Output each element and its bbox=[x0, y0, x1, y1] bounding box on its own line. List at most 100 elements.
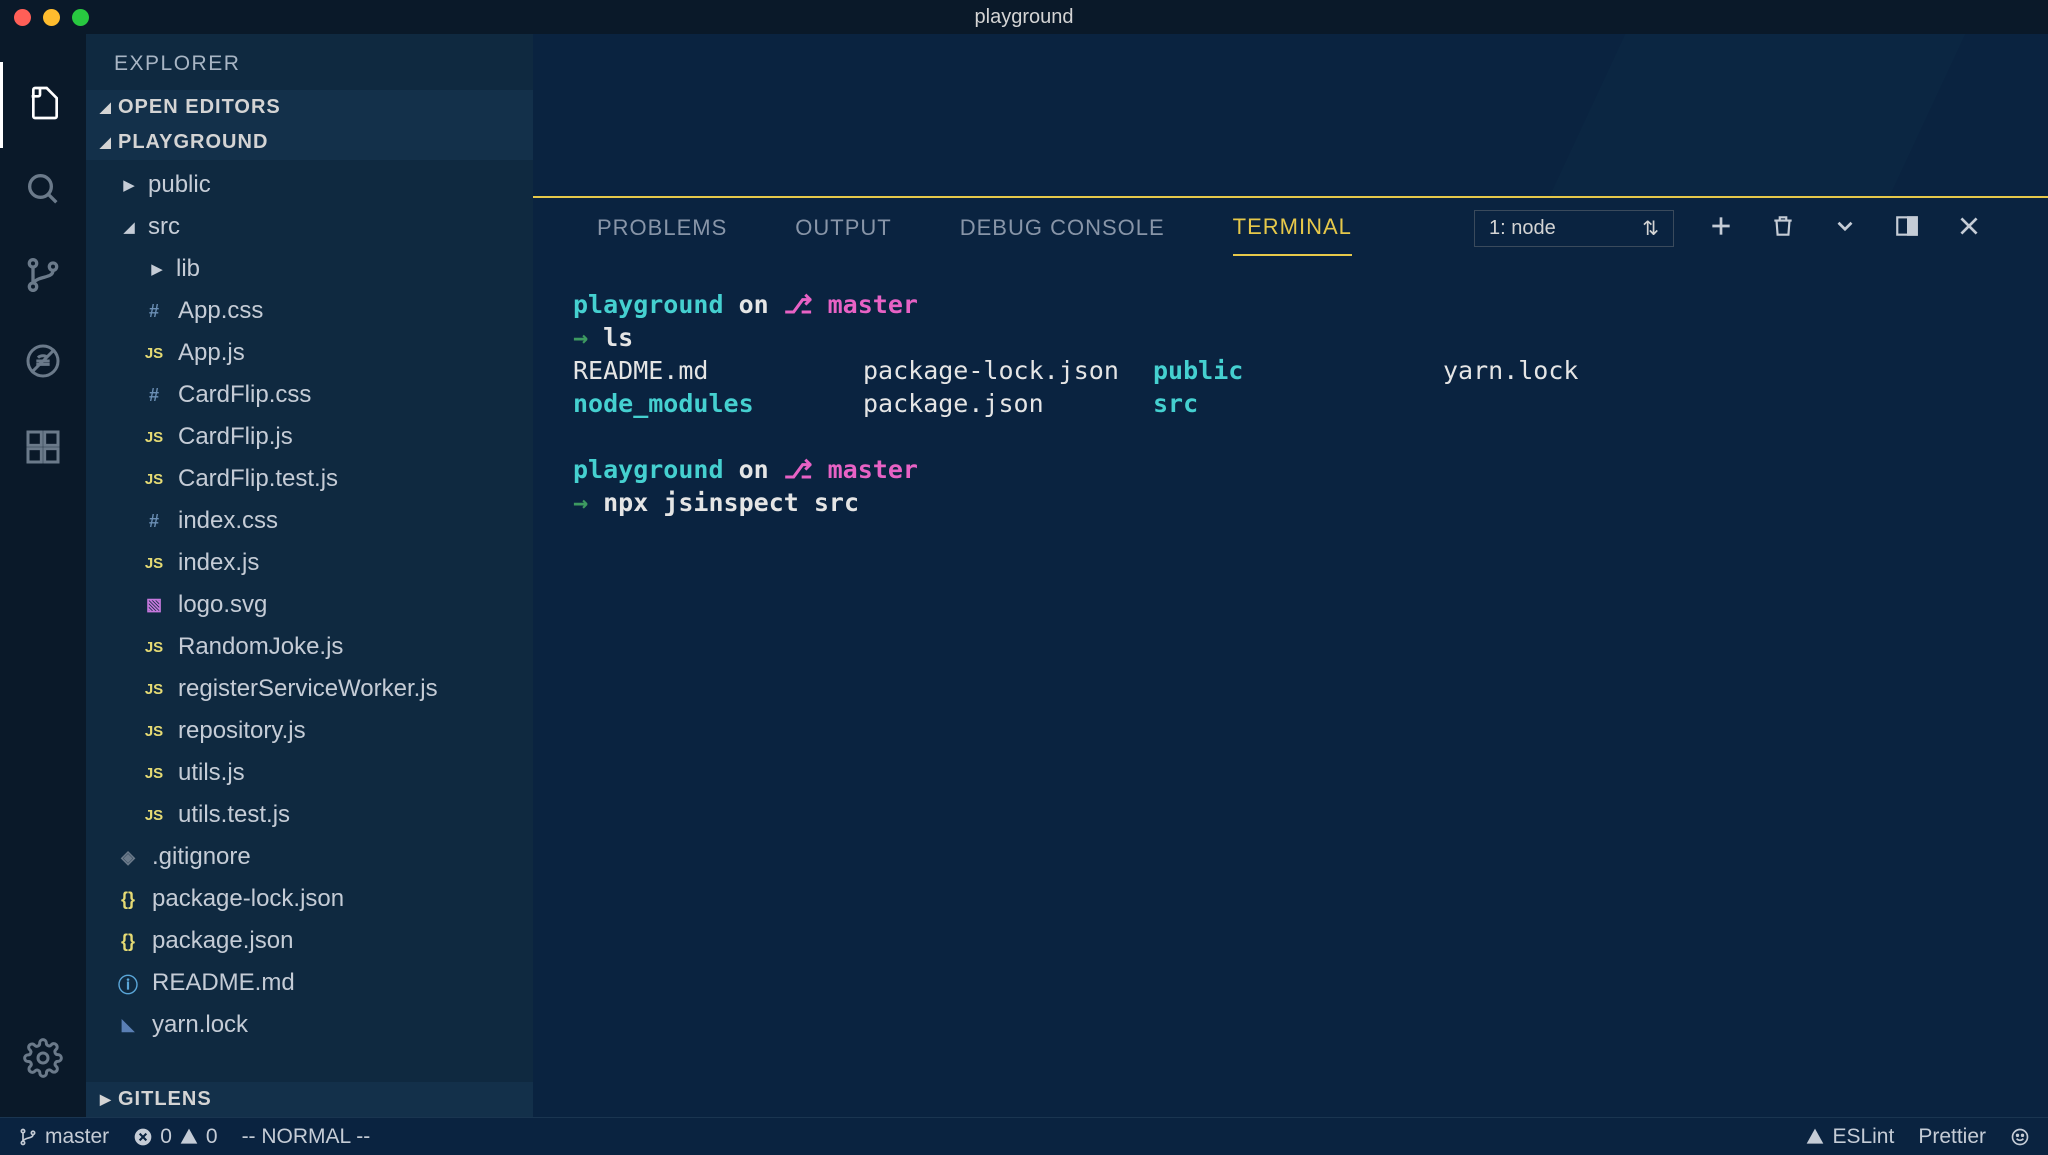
js-icon: JS bbox=[138, 639, 170, 656]
ls-item-dir: public bbox=[1153, 354, 1443, 387]
section-label: GITLENS bbox=[118, 1088, 212, 1111]
file-cardflip-css[interactable]: # CardFlip.css bbox=[86, 374, 533, 416]
js-icon: JS bbox=[138, 471, 170, 488]
file-tree: ▶ public ◢ src ▶ lib # App.css JS App.js… bbox=[86, 160, 533, 1082]
activity-debug[interactable] bbox=[0, 320, 86, 406]
terminal-prompt-line: playground on ⎇ master bbox=[573, 453, 2008, 486]
minimize-window-button[interactable] bbox=[43, 9, 60, 26]
folder-label: public bbox=[148, 171, 211, 199]
search-icon bbox=[23, 169, 63, 214]
prompt-arrow-icon: → bbox=[573, 488, 588, 517]
js-icon: JS bbox=[138, 765, 170, 782]
tab-terminal[interactable]: TERMINAL bbox=[1233, 200, 1352, 256]
file-utils-js[interactable]: JS utils.js bbox=[86, 752, 533, 794]
svg-icon: ▧ bbox=[138, 595, 170, 615]
folder-src[interactable]: ◢ src bbox=[86, 206, 533, 248]
file-package-lock[interactable]: {} package-lock.json bbox=[86, 878, 533, 920]
status-prettier[interactable]: Prettier bbox=[1918, 1125, 1986, 1149]
terminal[interactable]: playground on ⎇ master → ls README.md pa… bbox=[533, 258, 2048, 1117]
maximize-window-button[interactable] bbox=[72, 9, 89, 26]
file-app-js[interactable]: JS App.js bbox=[86, 332, 533, 374]
section-workspace[interactable]: ◢ PLAYGROUND bbox=[86, 125, 533, 160]
terminal-select-label: 1: node bbox=[1489, 217, 1556, 240]
tab-debug-console[interactable]: DEBUG CONSOLE bbox=[960, 201, 1165, 255]
close-icon bbox=[1956, 213, 1982, 244]
file-rsw-js[interactable]: JS registerServiceWorker.js bbox=[86, 668, 533, 710]
js-icon: JS bbox=[138, 723, 170, 740]
status-error-count: 0 bbox=[160, 1125, 172, 1149]
close-panel-button[interactable] bbox=[1954, 213, 1984, 243]
status-warning-count: 0 bbox=[206, 1125, 218, 1149]
file-readme[interactable]: ⓘ README.md bbox=[86, 962, 533, 1004]
terminal-selector[interactable]: 1: node ⇅ bbox=[1474, 210, 1674, 247]
status-vim-mode[interactable]: -- NORMAL -- bbox=[242, 1125, 371, 1149]
activity-explorer[interactable] bbox=[0, 62, 86, 148]
sidebar-title: EXPLORER bbox=[86, 34, 533, 90]
js-icon: JS bbox=[138, 345, 170, 362]
file-cardflip-test[interactable]: JS CardFlip.test.js bbox=[86, 458, 533, 500]
panel-chevron-button[interactable] bbox=[1830, 213, 1860, 243]
prettier-label: Prettier bbox=[1918, 1125, 1986, 1149]
file-cardflip-js[interactable]: JS CardFlip.js bbox=[86, 416, 533, 458]
json-icon: {} bbox=[112, 889, 144, 910]
file-app-css[interactable]: # App.css bbox=[86, 290, 533, 332]
maximize-panel-button[interactable] bbox=[1892, 213, 1922, 243]
ls-item: yarn.lock bbox=[1443, 354, 1733, 387]
activity-extensions[interactable] bbox=[0, 406, 86, 492]
section-open-editors[interactable]: ◢ OPEN EDITORS bbox=[86, 90, 533, 125]
status-eslint[interactable]: ESLint bbox=[1805, 1125, 1894, 1149]
files-icon bbox=[25, 83, 65, 128]
ls-item: README.md bbox=[573, 354, 863, 387]
tab-output[interactable]: OUTPUT bbox=[795, 201, 891, 255]
close-window-button[interactable] bbox=[14, 9, 31, 26]
explorer-sidebar: EXPLORER ◢ OPEN EDITORS ◢ PLAYGROUND ▶ p… bbox=[86, 34, 533, 1117]
file-index-css[interactable]: # index.css bbox=[86, 500, 533, 542]
file-label: package.json bbox=[152, 927, 293, 955]
file-index-js[interactable]: JS index.js bbox=[86, 542, 533, 584]
ls-item: package.json bbox=[863, 387, 1153, 420]
terminal-cwd: playground bbox=[573, 290, 724, 319]
kill-terminal-button[interactable] bbox=[1768, 213, 1798, 243]
main-area: EXPLORER ◢ OPEN EDITORS ◢ PLAYGROUND ▶ p… bbox=[0, 34, 2048, 1117]
error-icon bbox=[133, 1127, 153, 1147]
panel-actions: 1: node ⇅ bbox=[1474, 210, 1984, 247]
plus-icon bbox=[1708, 213, 1734, 244]
file-package-json[interactable]: {} package.json bbox=[86, 920, 533, 962]
smile-icon bbox=[2010, 1127, 2030, 1147]
tab-problems[interactable]: PROBLEMS bbox=[597, 201, 727, 255]
file-gitignore[interactable]: ◈ .gitignore bbox=[86, 836, 533, 878]
eslint-label: ESLint bbox=[1832, 1125, 1894, 1149]
file-utils-test[interactable]: JS utils.test.js bbox=[86, 794, 533, 836]
updown-icon: ⇅ bbox=[1642, 216, 1659, 241]
status-errors[interactable]: 0 0 bbox=[133, 1125, 217, 1149]
file-label: .gitignore bbox=[152, 843, 251, 871]
folder-lib[interactable]: ▶ lib bbox=[86, 248, 533, 290]
ls-item-dir: src bbox=[1153, 387, 1443, 420]
new-terminal-button[interactable] bbox=[1706, 213, 1736, 243]
git-branch-icon bbox=[23, 255, 63, 300]
activity-search[interactable] bbox=[0, 148, 86, 234]
file-label: CardFlip.js bbox=[178, 423, 293, 451]
activity-settings[interactable] bbox=[0, 1017, 86, 1103]
titlebar: playground bbox=[0, 0, 2048, 34]
css-icon: # bbox=[138, 301, 170, 322]
status-git-branch[interactable]: master bbox=[18, 1125, 109, 1149]
status-feedback[interactable] bbox=[2010, 1127, 2030, 1147]
folder-public[interactable]: ▶ public bbox=[86, 164, 533, 206]
file-repository-js[interactable]: JS repository.js bbox=[86, 710, 533, 752]
ls-item: package-lock.json bbox=[863, 354, 1153, 387]
extensions-icon bbox=[23, 427, 63, 472]
file-label: RandomJoke.js bbox=[178, 633, 343, 661]
file-logo-svg[interactable]: ▧ logo.svg bbox=[86, 584, 533, 626]
section-gitlens[interactable]: ▶ GITLENS bbox=[86, 1082, 533, 1117]
chevron-down-icon bbox=[1832, 213, 1858, 244]
activity-source-control[interactable] bbox=[0, 234, 86, 320]
git-branch-glyph-icon: ⎇ bbox=[784, 455, 813, 484]
js-icon: JS bbox=[138, 807, 170, 824]
terminal-command: ls bbox=[603, 323, 633, 352]
vim-mode-label: -- NORMAL -- bbox=[242, 1125, 371, 1149]
file-yarn-lock[interactable]: ◣ yarn.lock bbox=[86, 1004, 533, 1046]
file-label: CardFlip.test.js bbox=[178, 465, 338, 493]
expand-icon: ▶ bbox=[148, 260, 166, 278]
file-randomjoke-js[interactable]: JS RandomJoke.js bbox=[86, 626, 533, 668]
